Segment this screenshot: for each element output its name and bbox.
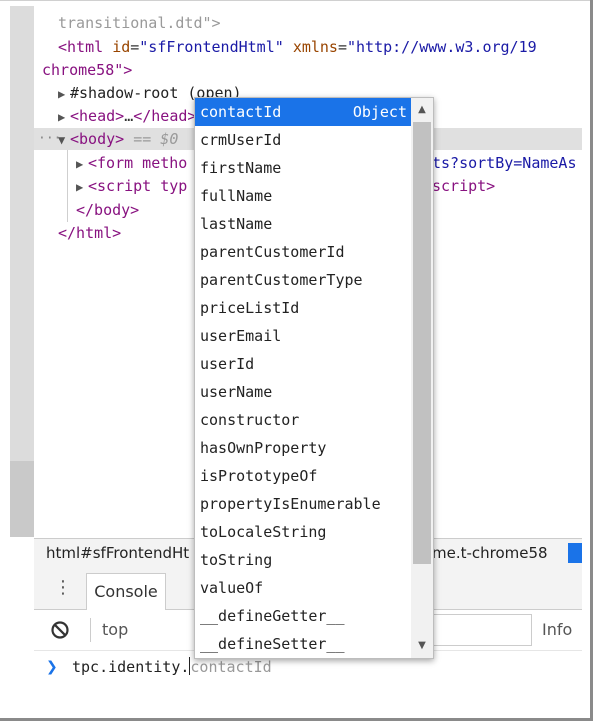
prompt-chevron-icon: ❯: [46, 659, 58, 675]
html-tail-text: chrome58">: [42, 61, 133, 79]
dom-line-body[interactable]: ▼ <body> == $0: [58, 128, 178, 150]
head-open-tag: <head>: [70, 107, 125, 125]
autocomplete-item[interactable]: constructor: [195, 406, 411, 434]
expand-triangle-icon[interactable]: ▶: [58, 106, 70, 128]
expand-triangle-icon[interactable]: ▶: [58, 83, 70, 105]
autocomplete-item-label: crmUserId: [200, 131, 282, 149]
autocomplete-item-label: __defineSetter__: [200, 635, 345, 653]
autocomplete-item[interactable]: contactId Object: [195, 98, 411, 126]
breadcrumb-item-html[interactable]: html#sfFrontendHt: [46, 539, 189, 567]
autocomplete-item-label: priceListId: [200, 299, 300, 317]
autocomplete-item-label: parentCustomerId: [200, 243, 345, 261]
script-open-tag: <script typ: [88, 177, 188, 195]
autocomplete-ghost-text: contactId: [190, 658, 272, 676]
autocomplete-item-label: userEmail: [200, 327, 282, 345]
autocomplete-item[interactable]: userEmail: [195, 322, 411, 350]
autocomplete-item[interactable]: crmUserId: [195, 126, 411, 154]
tab-console[interactable]: Console: [86, 573, 166, 610]
more-vert-icon[interactable]: ⋮: [54, 575, 72, 601]
scroll-up-icon[interactable]: ▲: [411, 100, 433, 120]
autocomplete-item-label: toString: [200, 551, 273, 569]
autocomplete-item-label: userId: [200, 355, 255, 373]
form-open-tag: <form metho: [88, 154, 188, 172]
autocomplete-item[interactable]: firstName: [195, 154, 411, 182]
autocomplete-item[interactable]: propertyIsEnumerable: [195, 490, 411, 518]
expand-triangle-icon[interactable]: ▶: [76, 153, 88, 175]
collapse-triangle-icon[interactable]: ▼: [58, 129, 70, 151]
body-console-ref: == $0: [124, 130, 179, 148]
autocomplete-item-label: constructor: [200, 411, 300, 429]
dom-line-form[interactable]: ▶ <form metho: [76, 152, 187, 174]
dom-line-body-close: </body>: [76, 199, 139, 221]
autocomplete-popup[interactable]: contactId Object crmUserId firstName fullNam…: [194, 97, 434, 659]
breadcrumb-active-marker: [568, 543, 582, 563]
autocomplete-item-label: valueOf: [200, 579, 264, 597]
autocomplete-item[interactable]: parentCustomerType: [195, 266, 411, 294]
autocomplete-item[interactable]: userId: [195, 350, 411, 378]
autocomplete-item-label: hasOwnProperty: [200, 439, 327, 457]
autocomplete-item[interactable]: hasOwnProperty: [195, 434, 411, 462]
autocomplete-item-label: isPrototypeOf: [200, 467, 318, 485]
autocomplete-item-label: firstName: [200, 159, 282, 177]
dom-line-script-tail: script>: [432, 175, 495, 197]
log-level-dropdown[interactable]: Info: [542, 610, 572, 650]
left-gutter-lower: [10, 461, 34, 537]
html-attr-id-value: "sfFrontendHtml": [139, 38, 284, 56]
autocomplete-item[interactable]: toString: [195, 546, 411, 574]
dom-line-html-tail: chrome58">: [42, 59, 132, 81]
toolbar-divider: [90, 618, 91, 642]
autocomplete-item-label: propertyIsEnumerable: [200, 495, 381, 513]
html-attr-xmlns: xmlns: [292, 38, 338, 56]
autocomplete-item[interactable]: fullName: [195, 182, 411, 210]
dom-line-html-close: </html>: [58, 222, 121, 244]
autocomplete-item[interactable]: parentCustomerId: [195, 238, 411, 266]
expand-triangle-icon[interactable]: ▶: [76, 176, 88, 198]
dom-line-html[interactable]: <html id="sfFrontendHtml" xmlns="http://…: [58, 36, 537, 58]
form-action-tail: ts?sortBy=NameAs: [432, 154, 577, 172]
html-attr-xmlns-value: "http://www.w3.org/19: [347, 38, 537, 56]
body-open-tag: <body>: [70, 130, 125, 148]
scrollbar-thumb[interactable]: [413, 122, 431, 564]
html-attr-id: id: [112, 38, 131, 56]
doctype-text: transitional.dtd">: [58, 14, 221, 32]
autocomplete-item[interactable]: toLocaleString: [195, 518, 411, 546]
left-gutter: [10, 6, 34, 461]
autocomplete-item[interactable]: __defineGetter__: [195, 602, 411, 630]
autocomplete-item-label: __defineGetter__: [200, 607, 345, 625]
autocomplete-item-label: contactId: [200, 103, 282, 121]
autocomplete-item-label: parentCustomerType: [200, 271, 363, 289]
head-ellipsis: …: [124, 107, 134, 125]
autocomplete-item-label: userName: [200, 383, 273, 401]
autocomplete-item-label: lastName: [200, 215, 273, 233]
autocomplete-list: contactId Object crmUserId firstName fullNam…: [195, 98, 411, 658]
autocomplete-type-hint: Object: [352, 103, 407, 121]
dom-line-script[interactable]: ▶ <script typ: [76, 175, 187, 197]
body-close-tag: </body>: [76, 201, 140, 219]
html-close-tag: </html>: [58, 224, 122, 242]
filter-input[interactable]: [432, 614, 532, 646]
autocomplete-item-label: fullName: [200, 187, 273, 205]
autocomplete-item[interactable]: valueOf: [195, 574, 411, 602]
clear-console-icon[interactable]: [50, 620, 70, 640]
scroll-down-icon[interactable]: ▼: [411, 636, 433, 656]
dom-line-form-tail: ts?sortBy=NameAs: [432, 152, 577, 174]
dom-line-doctype: transitional.dtd">: [58, 12, 221, 34]
indent-guide: [67, 150, 68, 222]
script-close-tail: script>: [432, 177, 496, 195]
autocomplete-item[interactable]: isPrototypeOf: [195, 462, 411, 490]
autocomplete-scrollbar[interactable]: ▲ ▼: [411, 98, 433, 658]
context-selector[interactable]: top: [102, 610, 128, 650]
breadcrumb-item-body[interactable]: me.t-chrome58: [432, 539, 548, 567]
html-open-tag: <html: [58, 38, 104, 56]
dom-line-head[interactable]: ▶ <head>…</head>: [58, 105, 196, 127]
head-close-tag: </head>: [133, 107, 197, 125]
frame-top-edge: [0, 0, 590, 1]
autocomplete-item-label: toLocaleString: [200, 523, 327, 541]
autocomplete-item[interactable]: lastName: [195, 210, 411, 238]
autocomplete-item[interactable]: userName: [195, 378, 411, 406]
typed-text: tpc.identity.: [72, 658, 190, 676]
autocomplete-item[interactable]: __defineSetter__: [195, 630, 411, 658]
autocomplete-item[interactable]: priceListId: [195, 294, 411, 322]
